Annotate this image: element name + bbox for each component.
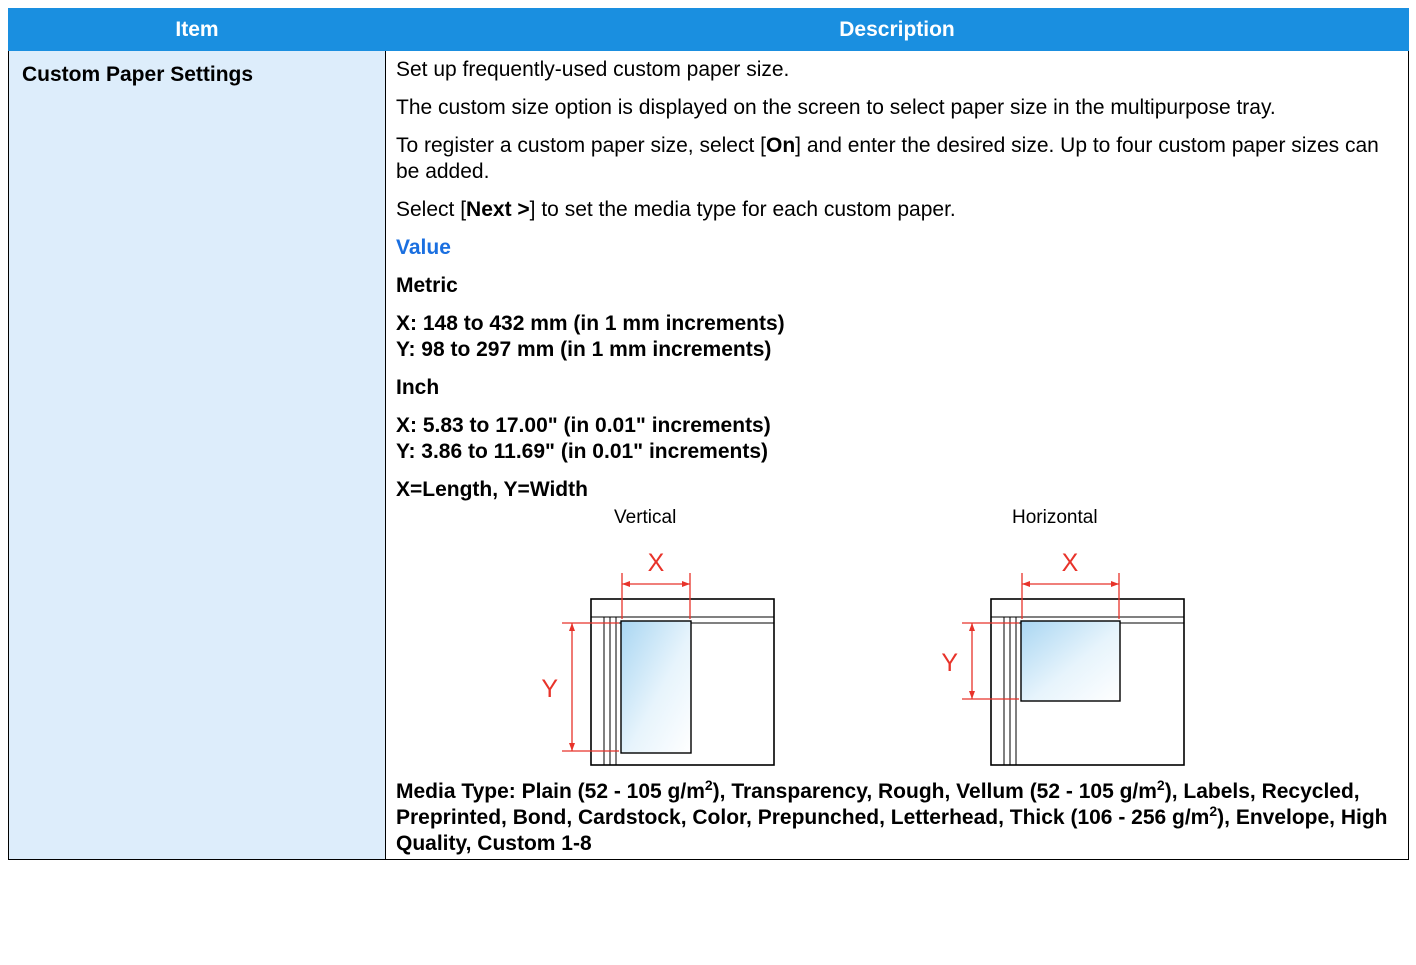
y-label: Y [941, 649, 958, 677]
paper-sheet [620, 620, 692, 754]
x-label: X [648, 549, 665, 577]
vertical-diagram: X Y [541, 549, 775, 766]
orientation-diagrams: Vertical Horizontal X Y X Y [396, 503, 1396, 773]
description-cell: Set up frequently-used custom paper size… [385, 50, 1409, 860]
superscript: 2 [1209, 803, 1218, 819]
header-description: Description [385, 8, 1409, 51]
metric-y-range: Y: 98 to 297 mm (in 1 mm increments) [396, 338, 772, 361]
header-item: Item [8, 8, 386, 51]
x-label: X [1062, 549, 1079, 577]
desc-paragraph-2: The custom size option is displayed on t… [396, 96, 1276, 119]
desc-paragraph-4: Select [Next >] to set the media type fo… [396, 198, 956, 221]
metric-heading: Metric [396, 274, 458, 297]
vertical-label: Vertical [614, 507, 677, 528]
superscript: 2 [704, 777, 713, 793]
next-option-label: Next > [466, 198, 530, 221]
horizontal-label: Horizontal [1012, 507, 1098, 528]
media-type-list: Media Type: Plain (52 - 105 g/m2), Trans… [396, 777, 1388, 855]
value-heading: Value [396, 236, 451, 259]
item-cell: Custom Paper Settings [8, 50, 386, 860]
item-label: Custom Paper Settings [22, 63, 254, 86]
horizontal-diagram: X Y [941, 549, 1185, 766]
inch-heading: Inch [396, 376, 440, 399]
desc-paragraph-1: Set up frequently-used custom paper size… [396, 58, 790, 81]
table-row: Custom Paper Settings Set up frequently-… [8, 50, 1409, 860]
metric-range: X: 148 to 432 mm (in 1 mm increments) Y:… [396, 311, 1396, 363]
table-header-row: Item Description [8, 8, 1409, 51]
metric-x-range: X: 148 to 432 mm (in 1 mm increments) [396, 312, 785, 335]
superscript: 2 [1156, 777, 1165, 793]
paper-sheet [1020, 620, 1121, 702]
inch-y-range: Y: 3.86 to 11.69" (in 0.01" increments) [396, 440, 769, 463]
settings-table: Item Description Custom Paper Settings S… [8, 8, 1409, 860]
y-label: Y [541, 675, 558, 703]
xy-note: X=Length, Y=Width [396, 478, 588, 501]
inch-x-range: X: 5.83 to 17.00" (in 0.01" increments) [396, 414, 771, 437]
inch-range: X: 5.83 to 17.00" (in 0.01" increments) … [396, 413, 1396, 465]
desc-paragraph-3: To register a custom paper size, select … [396, 134, 1379, 183]
on-option-label: On [766, 134, 796, 157]
